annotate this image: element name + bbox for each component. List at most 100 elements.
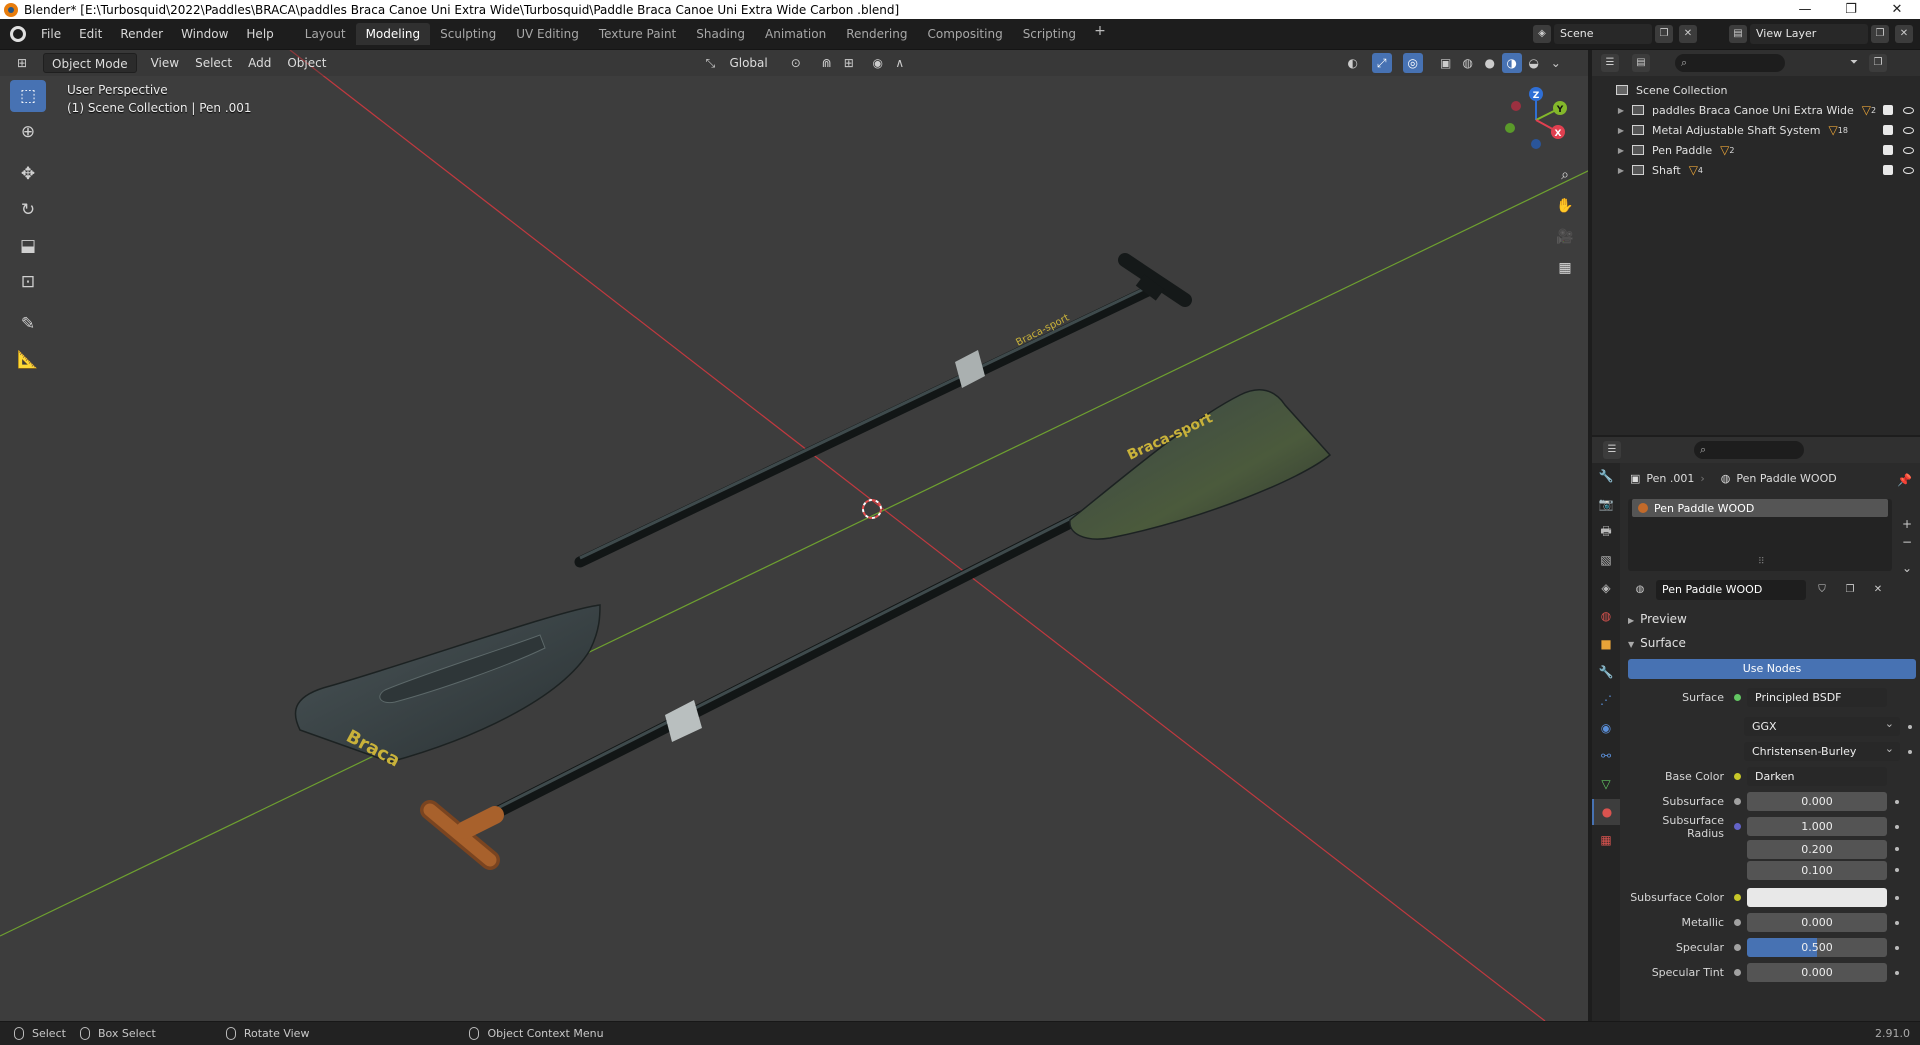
expand-arrow-icon[interactable]: ▶ (1614, 126, 1628, 135)
new-collection-icon[interactable]: ❐ (1869, 54, 1887, 72)
tab-animation[interactable]: Animation (755, 23, 836, 45)
menu-file[interactable]: File (32, 23, 70, 45)
keyframe-dot-icon[interactable] (1895, 945, 1899, 950)
outliner-search-input[interactable]: ⌕ (1675, 54, 1785, 72)
unlink-material-icon[interactable]: ✕ (1869, 581, 1887, 599)
tab-compositing[interactable]: Compositing (917, 23, 1012, 45)
wireframe-shading-icon[interactable]: ◍ (1458, 53, 1478, 73)
snap-target-icon[interactable]: ⊞ (839, 53, 859, 73)
tab-rendering[interactable]: Rendering (836, 23, 917, 45)
exclude-checkbox[interactable] (1883, 105, 1893, 115)
output-tab-icon[interactable]: 🖶 (1592, 519, 1620, 545)
texture-tab-icon[interactable]: ▦ (1592, 827, 1620, 853)
eye-icon[interactable] (1903, 126, 1914, 134)
specular-slider[interactable]: 0.500 (1747, 938, 1887, 957)
add-workspace-button[interactable]: + (1086, 23, 1114, 45)
distribution-dropdown[interactable]: GGX (1744, 714, 1900, 736)
measure-tool-icon[interactable]: 📐 (10, 344, 46, 376)
scene-collection-row[interactable]: Scene Collection (1592, 80, 1920, 100)
eye-icon[interactable] (1903, 166, 1914, 174)
use-nodes-button[interactable]: Use Nodes (1628, 659, 1916, 679)
material-name-field[interactable]: Pen Paddle WOOD (1656, 580, 1806, 600)
scene-name-field[interactable]: Scene (1554, 24, 1652, 44)
gizmo-toggle-icon[interactable]: ⤢ (1371, 53, 1392, 73)
outliner-row[interactable]: ▶ Pen Paddle ▽ 2 (1592, 140, 1920, 160)
subsurface-radius-y-field[interactable]: 0.200 (1747, 839, 1887, 859)
editor-type-icon[interactable]: ⊞ (12, 53, 32, 73)
base-color-field[interactable]: Darken (1747, 767, 1887, 786)
object-tab-icon[interactable]: ■ (1592, 631, 1620, 657)
subsurface-radius-x-field[interactable]: 1.000 (1747, 817, 1887, 836)
tab-sculpting[interactable]: Sculpting (430, 23, 506, 45)
browse-material-icon[interactable]: ◍ (1631, 581, 1649, 599)
properties-editor-icon[interactable]: ☰ (1603, 441, 1621, 459)
properties-search-input[interactable]: ⌕ (1694, 441, 1804, 459)
pan-hand-icon[interactable]: ✋ (1552, 193, 1578, 219)
outliner-row[interactable]: ▶ Shaft ▽ 4 (1592, 160, 1920, 180)
close-button[interactable]: ✕ (1874, 2, 1920, 17)
keyframe-dot-icon[interactable] (1895, 970, 1899, 975)
keyframe-dot-icon[interactable] (1908, 724, 1912, 729)
material-tab-icon[interactable]: ● (1592, 799, 1620, 825)
scene-icon[interactable]: ◈ (1533, 25, 1551, 43)
view-layer-icon[interactable]: ▤ (1729, 25, 1747, 43)
outliner-editor-icon[interactable]: ☰ (1601, 54, 1619, 72)
menu-window[interactable]: Window (172, 23, 237, 45)
specular-tint-field[interactable]: 0.000 (1747, 963, 1887, 982)
ortho-grid-icon[interactable]: ▦ (1552, 255, 1578, 281)
camera-view-icon[interactable]: 🎥 (1552, 224, 1578, 250)
rendered-shading-icon[interactable]: ◒ (1524, 53, 1544, 73)
material-preview-icon[interactable]: ◑ (1501, 53, 1522, 73)
duplicate-material-icon[interactable]: ❐ (1841, 581, 1859, 599)
keyframe-dot-icon[interactable] (1908, 749, 1912, 754)
snap-icon[interactable]: ⋒ (817, 53, 837, 73)
remove-slot-icon[interactable]: − (1898, 535, 1916, 553)
list-resize-handle-icon[interactable]: ⠿ (1758, 557, 1765, 567)
transform-orientation-icon[interactable]: ⤡ (700, 53, 720, 73)
object-mode-dropdown[interactable]: Object Mode (43, 53, 137, 73)
keyframe-dot-icon[interactable] (1895, 799, 1899, 804)
world-tab-icon[interactable]: ◍ (1592, 603, 1620, 629)
view-layer-name-field[interactable]: View Layer (1750, 24, 1868, 44)
annotate-tool-icon[interactable]: ✎ (10, 308, 46, 340)
fake-user-icon[interactable]: ⛉ (1813, 581, 1831, 599)
tab-uv-editing[interactable]: UV Editing (506, 23, 589, 45)
view-layer-tab-icon[interactable]: ▧ (1592, 547, 1620, 573)
expand-arrow-icon[interactable]: ▶ (1614, 166, 1628, 175)
tab-scripting[interactable]: Scripting (1013, 23, 1086, 45)
transform-tool-icon[interactable]: ⊡ (10, 266, 46, 298)
pin-icon[interactable]: 📌 (1897, 473, 1912, 487)
keyframe-dot-icon[interactable] (1895, 895, 1899, 900)
proportional-edit-icon[interactable]: ◉ (868, 53, 888, 73)
modifier-tab-icon[interactable]: 🔧 (1592, 659, 1620, 685)
cursor-tool-icon[interactable]: ⊕ (10, 116, 46, 148)
subsurface-method-dropdown[interactable]: Christensen-Burley (1744, 739, 1900, 761)
visibility-icon[interactable]: ◐ (1343, 53, 1363, 73)
minimize-button[interactable]: — (1782, 2, 1828, 17)
new-view-layer-icon[interactable]: ❐ (1871, 25, 1889, 43)
transform-orientation-dropdown[interactable]: Global (721, 53, 775, 73)
zoom-icon[interactable]: ⌕ (1552, 162, 1578, 188)
menu-render[interactable]: Render (111, 23, 172, 45)
slot-specials-icon[interactable]: ⌄ (1898, 561, 1916, 579)
outliner-row[interactable]: ▶ Metal Adjustable Shaft System ▽ 18 (1592, 120, 1920, 140)
exclude-checkbox[interactable] (1883, 165, 1893, 175)
delete-view-layer-icon[interactable]: ✕ (1895, 25, 1913, 43)
tab-modeling[interactable]: Modeling (355, 23, 431, 45)
add-menu[interactable]: Add (240, 53, 279, 73)
delete-scene-icon[interactable]: ✕ (1679, 25, 1697, 43)
eye-icon[interactable] (1903, 106, 1914, 114)
shading-options-icon[interactable]: ⌄ (1546, 53, 1566, 73)
navigation-gizmo[interactable]: Z Y X (1498, 82, 1570, 154)
object-menu[interactable]: Object (279, 53, 334, 73)
metallic-field[interactable]: 0.000 (1747, 913, 1887, 932)
filter-icon[interactable]: ⏷ (1845, 54, 1863, 72)
scale-tool-icon[interactable]: ⬓ (10, 230, 46, 262)
add-slot-icon[interactable]: + (1898, 517, 1916, 535)
tab-texture-paint[interactable]: Texture Paint (589, 23, 686, 45)
subsurface-color-swatch[interactable] (1747, 888, 1887, 907)
outliner-row[interactable]: ▶ paddles Braca Canoe Uni Extra Wide ▽ 2 (1592, 100, 1920, 120)
keyframe-dot-icon[interactable] (1895, 920, 1899, 925)
new-scene-icon[interactable]: ❐ (1655, 25, 1673, 43)
falloff-icon[interactable]: ∧ (890, 53, 910, 73)
